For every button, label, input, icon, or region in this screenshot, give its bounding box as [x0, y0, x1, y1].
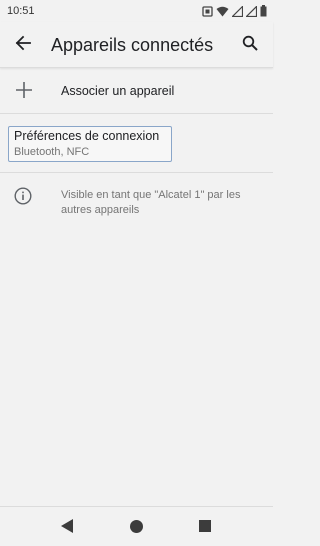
page-title: Appareils connectés	[51, 35, 214, 55]
visibility-info-text: Visible en tant que "Alcatel 1" par les …	[61, 189, 241, 216]
connection-preferences-subtitle: Bluetooth, NFC	[14, 146, 90, 158]
connection-preferences-title: Préférences de connexion	[14, 129, 160, 143]
info-icon	[14, 187, 32, 205]
search-button[interactable]	[239, 34, 261, 56]
plus-icon	[15, 81, 33, 99]
add-device-label: Associer un appareil	[61, 84, 175, 98]
nav-recents-square-icon[interactable]	[199, 520, 211, 532]
wifi-icon	[216, 6, 229, 17]
divider	[0, 113, 273, 114]
nav-home-circle-icon[interactable]	[130, 520, 143, 533]
signal-icon	[232, 5, 243, 17]
battery-icon	[260, 5, 267, 17]
divider	[0, 172, 273, 173]
back-button[interactable]	[12, 34, 34, 56]
connection-preferences-item[interactable]: Préférences de connexion Bluetooth, NFC	[8, 126, 172, 162]
nav-back-triangle-icon[interactable]	[61, 519, 73, 538]
search-icon	[242, 35, 258, 56]
add-device-item[interactable]: Associer un appareil	[0, 70, 273, 114]
status-time: 10:51	[7, 5, 35, 17]
visibility-info: Visible en tant que "Alcatel 1" par les …	[0, 184, 273, 224]
status-bar: 10:51	[0, 0, 273, 22]
navigation-bar	[0, 506, 273, 546]
arrow-back-icon	[15, 35, 31, 56]
signal-icon	[246, 5, 257, 17]
status-icons	[202, 5, 267, 17]
app-bar: Appareils connectés	[0, 22, 273, 68]
notification-square-icon	[202, 5, 213, 17]
